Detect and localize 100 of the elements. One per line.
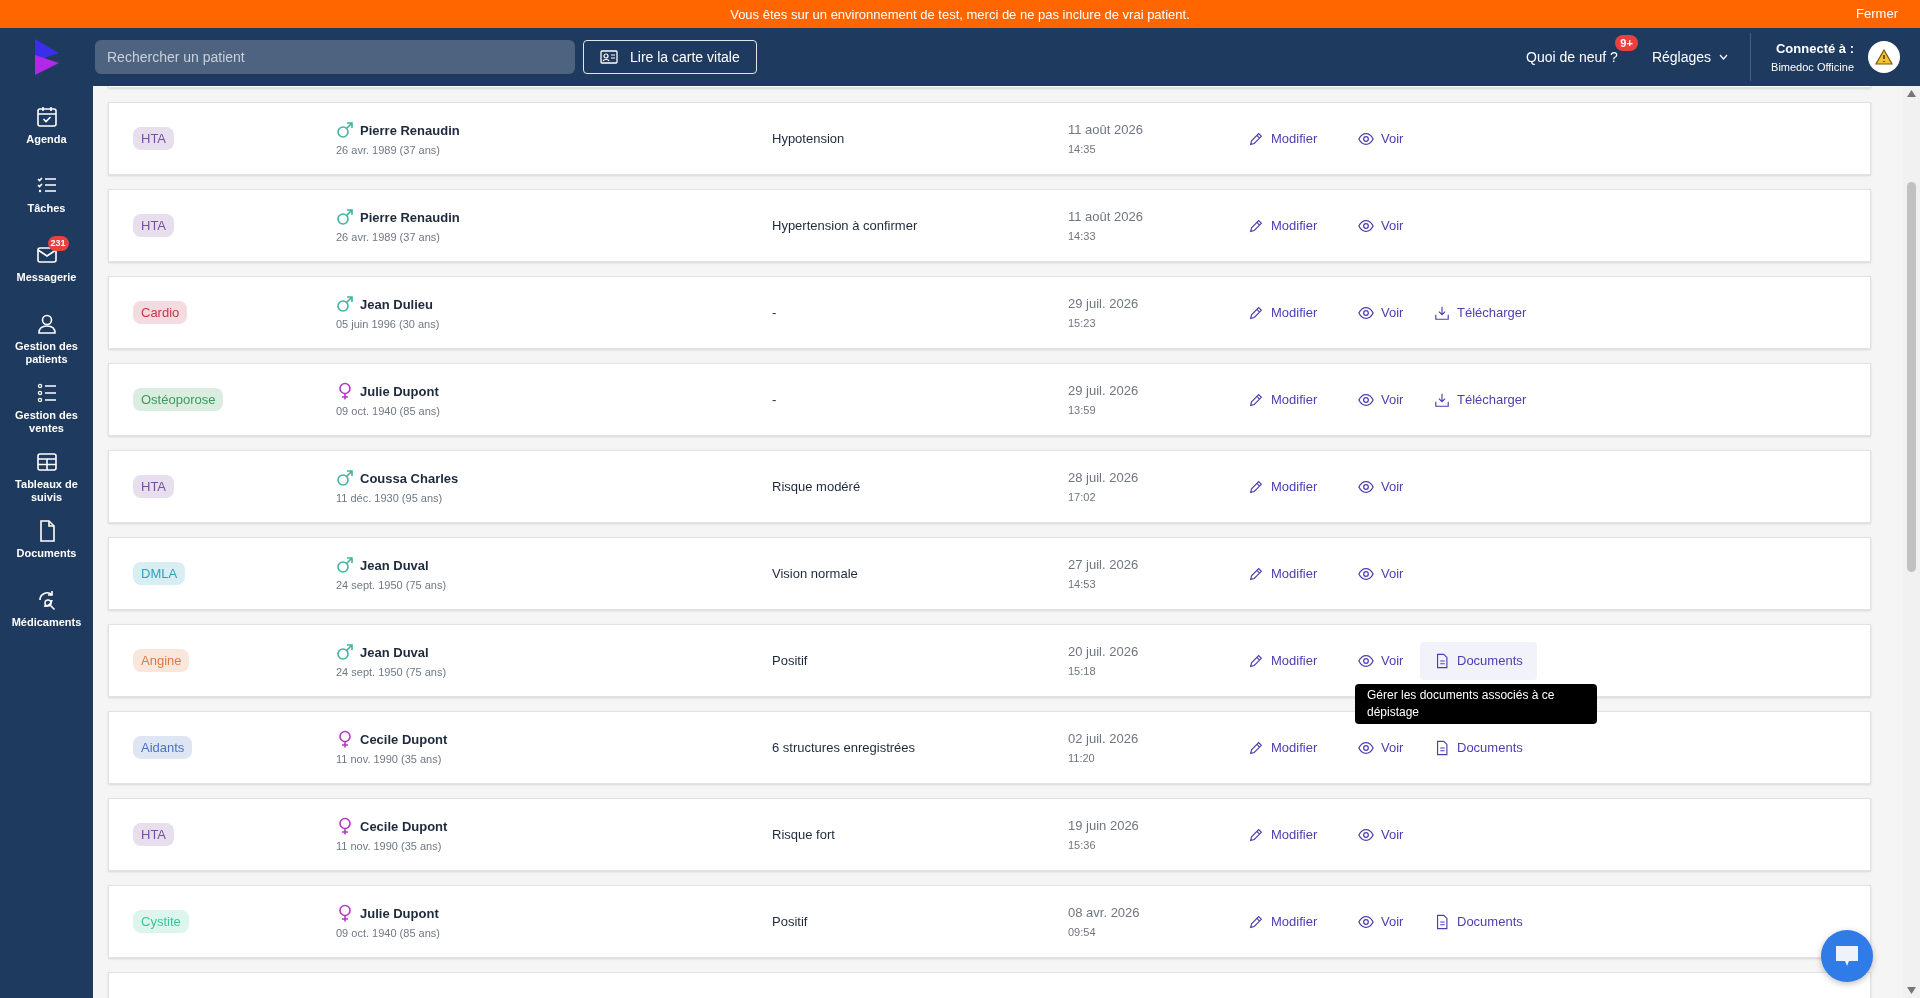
edit-button[interactable]: Modifier (1234, 554, 1344, 593)
document-icon (1434, 738, 1450, 757)
read-card-button[interactable]: Lire la carte vitale (583, 40, 757, 74)
edit-button[interactable]: Modifier (1234, 467, 1344, 506)
edit-button[interactable]: Modifier (1234, 815, 1344, 854)
document-icon (1434, 651, 1450, 670)
scrollbar[interactable] (1903, 86, 1920, 998)
sidebar-item[interactable]: Tâches (0, 166, 93, 235)
view-button[interactable]: Voir (1344, 815, 1420, 854)
edit-button[interactable]: Modifier (1234, 206, 1344, 245)
patient-name[interactable]: Jean Duval (360, 557, 429, 573)
time-text: 14:35 (1068, 143, 1097, 155)
date-text: 19 juin 2026 (1068, 818, 1140, 833)
patient-name[interactable]: Cecile Dupont (360, 818, 448, 834)
time-text: 14:33 (1068, 230, 1097, 242)
view-button[interactable]: Voir (1344, 467, 1420, 506)
documents-button[interactable]: Documents (1420, 902, 1537, 941)
result-text: - (772, 305, 777, 320)
warning-avatar[interactable] (1868, 41, 1900, 73)
category-tag: Aidants (133, 736, 193, 759)
result-text: Hypotension (772, 131, 845, 146)
sidebar-item[interactable]: Tableaux de suivis (0, 442, 93, 511)
banner-message: Vous êtes sur un environnement de test, merci de ne pas inclure de vrai patient. (730, 6, 1190, 22)
edit-button[interactable]: Modifier (1234, 380, 1344, 419)
date-text: 28 juil. 2026 (1068, 470, 1140, 485)
date-text: 20 juil. 2026 (1068, 644, 1140, 659)
search-field[interactable]: Rechercher un patient (95, 40, 575, 74)
male-symbol-icon (336, 295, 354, 313)
category-tag: DMLA (133, 562, 186, 585)
notification-badge: 9+ (1615, 35, 1638, 51)
birth-date: 11 déc. 1930 (95 ans) (336, 492, 444, 504)
result-text: Vision normale (772, 566, 858, 581)
view-button[interactable]: Voir (1344, 728, 1420, 767)
sidebar-item[interactable]: Documents (0, 511, 93, 580)
view-button[interactable]: Voir (1344, 554, 1420, 593)
warning-icon (1875, 49, 1893, 65)
category-tag: Ostéoporose (133, 388, 224, 411)
patient-name[interactable]: Pierre Renaudin (360, 209, 460, 225)
male-symbol-icon (336, 121, 354, 139)
tooltip: Gérer les documents associés à ce dépistage (1355, 683, 1597, 724)
date-text: 02 juil. 2026 (1068, 731, 1140, 746)
category-tag: HTA (133, 475, 175, 498)
documents-button[interactable]: Documents (1420, 728, 1537, 767)
view-button[interactable]: Voir (1344, 119, 1420, 158)
view-button[interactable]: Voir (1344, 902, 1420, 941)
birth-date: 26 avr. 1989 (37 ans) (336, 231, 441, 243)
female-symbol-icon (336, 382, 354, 400)
edit-button[interactable]: Modifier (1234, 119, 1344, 158)
edit-button[interactable]: Modifier (1234, 902, 1344, 941)
category-tag: Angine (133, 649, 190, 672)
time-text: 15:18 (1068, 665, 1097, 677)
birth-date: 24 sept. 1950 (75 ans) (336, 666, 448, 678)
download-button[interactable]: Télécharger (1420, 380, 1541, 419)
patient-name[interactable]: Coussa Charles (360, 470, 459, 486)
settings-menu[interactable]: Réglages (1651, 49, 1729, 65)
scroll-up-icon[interactable] (1907, 90, 1916, 97)
date-text: 11 août 2026 (1068, 209, 1144, 224)
category-tag: HTA (133, 214, 175, 237)
sidebar-item[interactable]: 231 Messagerie (0, 235, 93, 304)
result-text: - (772, 392, 777, 407)
result-text: Risque modéré (772, 479, 861, 494)
documents-button[interactable]: Documents (1420, 641, 1537, 680)
category-tag: Cardio (133, 301, 188, 324)
patient-name[interactable]: Pierre Renaudin (360, 122, 460, 138)
edit-button[interactable]: Modifier (1234, 293, 1344, 332)
edit-button[interactable]: Modifier (1234, 641, 1344, 680)
patient-name[interactable]: Julie Dupont (360, 905, 439, 921)
view-button[interactable]: Voir (1344, 641, 1420, 680)
female-symbol-icon (336, 904, 354, 922)
table-icon (34, 450, 59, 474)
patient-name[interactable]: Julie Dupont (360, 383, 439, 399)
view-button[interactable]: Voir (1344, 293, 1420, 332)
edit-button[interactable]: Modifier (1234, 728, 1344, 767)
category-tag: HTA (133, 823, 175, 846)
birth-date: 11 nov. 1990 (35 ans) (336, 840, 443, 852)
birth-date: 11 nov. 1990 (35 ans) (336, 753, 443, 765)
patient-name[interactable]: Cecile Dupont (360, 731, 448, 747)
scrollbar-thumb[interactable] (1907, 182, 1916, 572)
sidebar-item[interactable]: Gestion des ventes (0, 373, 93, 442)
download-button[interactable]: Télécharger (1420, 293, 1541, 332)
result-text: Hypertension à confirmer (772, 218, 918, 233)
category-tag: HTA (133, 127, 175, 150)
male-symbol-icon (336, 208, 354, 226)
scroll-down-icon[interactable] (1907, 987, 1916, 994)
male-symbol-icon (336, 643, 354, 661)
time-text: 17:02 (1068, 491, 1097, 503)
patient-name[interactable]: Jean Dulieu (360, 296, 433, 312)
view-button[interactable]: Voir (1344, 380, 1420, 419)
patient-name[interactable]: Jean Duval (360, 644, 429, 660)
time-text: 15:23 (1068, 317, 1097, 329)
sidebar-item[interactable]: Agenda (0, 97, 93, 166)
account-name: Bimedoc Officine (1771, 61, 1854, 73)
sidebar-item[interactable]: Gestion des patients (0, 304, 93, 373)
birth-date: 05 juin 1996 (30 ans) (336, 318, 441, 330)
sidebar-item[interactable]: Médicaments (0, 580, 93, 649)
view-button[interactable]: Voir (1344, 206, 1420, 245)
female-symbol-icon (336, 730, 354, 748)
news-link[interactable]: Quoi de neuf ? (1526, 49, 1618, 65)
calendar-icon (34, 105, 59, 129)
birth-date: 09 oct. 1940 (85 ans) (336, 405, 441, 417)
